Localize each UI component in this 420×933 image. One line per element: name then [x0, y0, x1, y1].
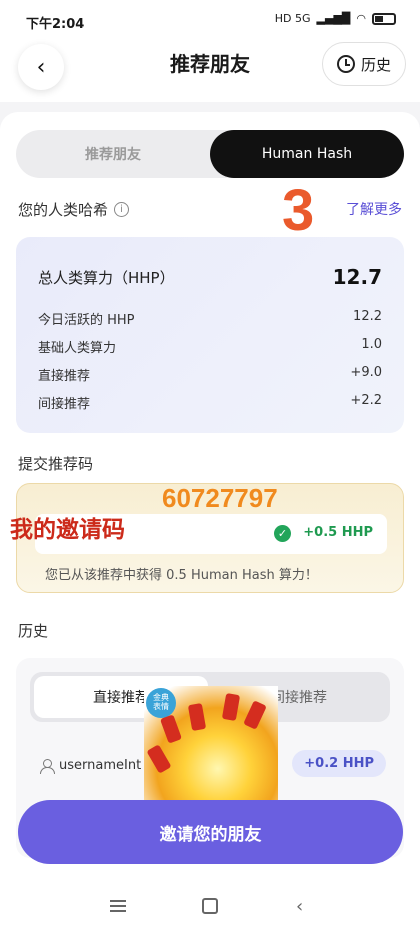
status-time: 下午2:04	[26, 17, 85, 32]
home-icon[interactable]	[202, 898, 218, 914]
firecracker	[221, 692, 241, 722]
back-nav-icon[interactable]: ‹	[296, 896, 303, 917]
network-indicator: HD 5G	[274, 12, 311, 25]
stat-label: 间接推荐	[38, 397, 91, 412]
history-user-bonus: +0.2 HHP	[292, 750, 386, 777]
check-icon: ✓	[274, 525, 291, 542]
history-button[interactable]: 历史	[322, 42, 406, 86]
sticker-badge-line2: 表情	[153, 702, 169, 711]
referral-note: 您已从该推荐中获得 0.5 Human Hash 算力！	[45, 568, 318, 583]
total-hhp-row: 总人类算力（HHP） 12.7	[38, 265, 382, 289]
human-hash-section-header: 您的人类哈希 i 了解更多	[18, 197, 406, 221]
stat-value: +9.0	[350, 365, 382, 380]
stat-label: 基础人类算力	[38, 341, 117, 356]
annotation-number: 3	[282, 178, 315, 243]
learn-more-link[interactable]: 了解更多	[346, 199, 402, 219]
stat-value: 12.2	[353, 309, 382, 324]
status-icons: HD 5G ▂▄▆█ ◠	[275, 12, 396, 25]
battery-icon	[372, 12, 396, 25]
stat-row-indirect: 间接推荐 +2.2	[38, 393, 382, 412]
firecracker	[146, 744, 172, 774]
firecracker	[159, 714, 183, 744]
stat-row-direct: 直接推荐 +9.0	[38, 365, 382, 384]
stat-row-active: 今日活跃的 HHP 12.2	[38, 309, 382, 328]
section-title: 您的人类哈希	[18, 200, 109, 219]
history-button-label: 历史	[360, 55, 391, 74]
system-nav-bar: ‹	[0, 880, 420, 933]
tab-referral[interactable]: 推荐朋友	[16, 130, 210, 178]
tab-human-hash[interactable]: Human Hash	[210, 130, 404, 178]
firecracker	[187, 702, 207, 732]
status-bar: 下午2:04 HD 5G ▂▄▆█ ◠	[0, 0, 420, 40]
clock-icon	[336, 55, 355, 73]
stat-label: 直接推荐	[38, 369, 91, 384]
history-username: usernameInt	[59, 758, 142, 773]
sticker-badge: 金典 表情	[146, 688, 176, 718]
my-code-overlay: 我的邀请码	[10, 517, 125, 543]
firecracker	[243, 700, 267, 730]
stat-label: 今日活跃的 HHP	[38, 313, 135, 328]
referral-code-overlay: 60727797	[162, 483, 278, 513]
user-icon	[40, 758, 55, 774]
stat-value: +2.2	[350, 393, 382, 408]
submit-code-title: 提交推荐码	[18, 455, 94, 473]
total-hhp-value: 12.7	[332, 265, 382, 289]
menu-icon[interactable]	[110, 900, 126, 912]
top-bar: ‹ 推荐朋友 历史	[0, 40, 420, 102]
segmented-control: 推荐朋友 Human Hash	[16, 130, 404, 178]
history-user-row: usernameInt	[40, 758, 142, 774]
total-hhp-label: 总人类算力（HHP）	[38, 268, 175, 287]
history-section-title: 历史	[18, 622, 49, 640]
info-icon[interactable]: i	[114, 201, 130, 217]
stats-card: 总人类算力（HHP） 12.7 今日活跃的 HHP 12.2 基础人类算力 1.…	[16, 237, 404, 433]
referral-bonus: +0.5 HHP	[303, 525, 373, 540]
stat-value: 1.0	[361, 337, 382, 352]
wifi-icon: ◠	[356, 12, 366, 25]
stat-row-base: 基础人类算力 1.0	[38, 337, 382, 356]
signal-icon: ▂▄▆█	[316, 12, 351, 25]
invite-friends-button[interactable]: 邀请您的朋友	[18, 800, 403, 864]
